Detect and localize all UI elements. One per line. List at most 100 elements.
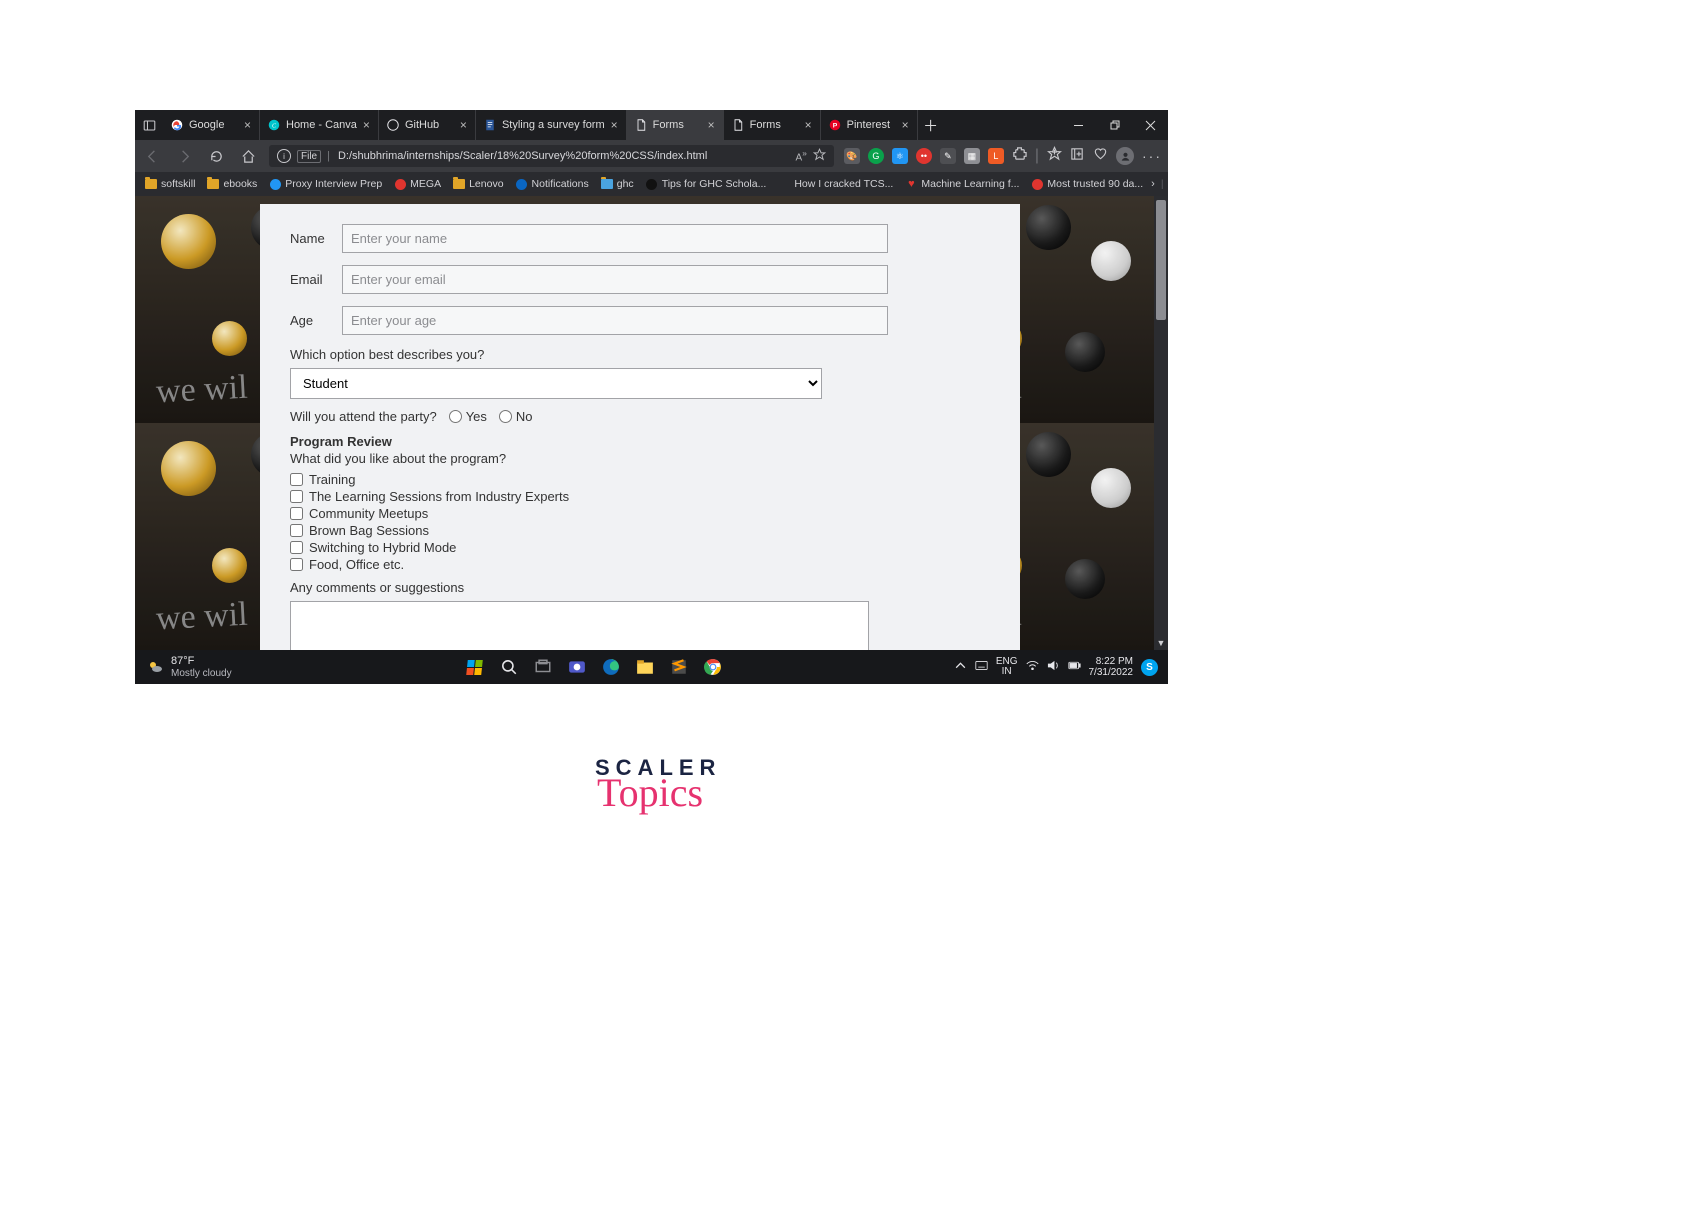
tab-home-canva[interactable]: CHome - Canva× [260,110,379,140]
back-button[interactable] [141,145,163,167]
check-0[interactable] [290,473,303,486]
check-option[interactable]: Training [290,472,990,487]
more-menu-button[interactable]: ··· [1142,148,1162,164]
search-button[interactable] [496,654,522,680]
minimize-button[interactable] [1060,120,1096,131]
refresh-button[interactable] [205,145,227,167]
bookmark-machine-learning-f-[interactable]: ♥Machine Learning f... [901,178,1023,190]
tab-close-icon[interactable]: × [244,118,251,132]
extension-grammarly-icon[interactable]: G [868,148,884,164]
check-option[interactable]: Brown Bag Sessions [290,523,990,538]
url-input[interactable] [336,149,790,163]
check-1[interactable] [290,490,303,503]
tab-google[interactable]: Google× [163,110,260,140]
check-option[interactable]: The Learning Sessions from Industry Expe… [290,489,990,504]
extensions-menu-icon[interactable] [1012,146,1027,166]
tab-label: Forms [653,119,684,131]
tab-label: Home - Canva [286,119,357,131]
bookmark-proxy-interview-prep[interactable]: Proxy Interview Prep [265,178,386,190]
address-bar[interactable]: i File | A» [269,145,834,167]
tab-close-icon[interactable]: × [460,118,467,132]
tab-close-icon[interactable]: × [902,118,909,132]
bookmark-tips-for-ghc-schola-[interactable]: Tips for GHC Schola... [642,178,771,190]
attend-no-radio[interactable] [499,410,512,423]
extension-orange-icon[interactable]: L [988,148,1004,164]
wifi-tray-icon[interactable] [1026,659,1039,675]
bookmark-label: Most trusted 90 da... [1047,178,1143,190]
check-2[interactable] [290,507,303,520]
close-window-button[interactable] [1132,120,1168,131]
extension-paint-icon[interactable]: 🎨 [844,148,860,164]
check-label: The Learning Sessions from Industry Expe… [309,489,569,504]
bookmark-ghc[interactable]: ghc [597,178,638,190]
comments-textarea[interactable] [290,601,869,650]
tab-forms[interactable]: Forms × [627,110,724,140]
heart-icon[interactable] [1093,146,1108,166]
extension-grey-icon[interactable]: ▦ [964,148,980,164]
restore-button[interactable] [1096,120,1132,131]
site-info-icon[interactable]: i [277,149,291,163]
age-input[interactable] [342,306,888,335]
check-option[interactable]: Food, Office etc. [290,557,990,572]
tab-close-icon[interactable]: × [611,118,618,132]
favorite-star-icon[interactable] [813,148,826,164]
new-tab-button[interactable]: ＋ [918,110,944,140]
bookmark-softskill[interactable]: softskill [141,178,199,190]
battery-tray-icon[interactable] [1068,659,1081,675]
extension-react-icon[interactable]: ⚛ [892,148,908,164]
tab-close-icon[interactable]: × [805,118,812,132]
scroll-down-arrow-icon[interactable]: ▼ [1154,636,1168,650]
tray-overflow-icon[interactable] [954,659,967,675]
start-button[interactable] [462,654,488,680]
sublime-taskbar-icon[interactable] [666,654,692,680]
read-aloud-icon[interactable]: A» [796,148,807,163]
check-option[interactable]: Switching to Hybrid Mode [290,540,990,555]
favorites-icon[interactable] [1047,146,1062,166]
bookmark-ebooks[interactable]: ebooks [203,178,261,190]
teams-taskbar-icon[interactable] [564,654,590,680]
file-scheme-pill: File [297,150,321,163]
profile-avatar[interactable] [1116,147,1134,165]
check-5[interactable] [290,558,303,571]
chrome-taskbar-icon[interactable] [700,654,726,680]
check-option[interactable]: Community Meetups [290,506,990,521]
scrollbar-thumb[interactable] [1156,200,1166,320]
home-button[interactable] [237,145,259,167]
tab-forms[interactable]: Forms× [724,110,821,140]
tab-close-icon[interactable]: × [363,118,370,132]
keyboard-tray-icon[interactable] [975,659,988,675]
bookmark-notifications[interactable]: Notifications [512,178,593,190]
bookmark-most-trusted-90-da-[interactable]: Most trusted 90 da... [1027,178,1147,190]
describe-select[interactable]: Student [290,368,822,399]
tab-pinterest[interactable]: PPinterest× [821,110,918,140]
collections-icon[interactable] [1070,146,1085,166]
bookmarks-overflow-chevron-icon[interactable]: › [1151,178,1155,190]
clock[interactable]: 8:22 PM 7/31/2022 [1089,656,1134,678]
name-input[interactable] [342,224,888,253]
check-4[interactable] [290,541,303,554]
weather-widget[interactable]: 87°F Mostly cloudy [135,655,244,678]
panel-toggle-icon[interactable] [135,110,163,140]
vertical-scrollbar[interactable]: ▲ ▼ [1154,196,1168,650]
task-view-button[interactable] [530,654,556,680]
attend-yes-radio[interactable] [449,410,462,423]
edge-taskbar-icon[interactable] [598,654,624,680]
extension-pen-icon[interactable]: ✎ [940,148,956,164]
check-3[interactable] [290,524,303,537]
volume-tray-icon[interactable] [1047,659,1060,675]
language-indicator[interactable]: ENG IN [996,657,1018,677]
bookmark-mega[interactable]: MEGA [390,178,445,190]
tray-skype-icon[interactable]: S [1141,659,1158,676]
bookmark-label: Machine Learning f... [921,178,1019,190]
bookmark-lenovo[interactable]: Lenovo [449,178,507,190]
forward-button[interactable] [173,145,195,167]
bookmark-how-i-cracked-tcs-[interactable]: How I cracked TCS... [774,178,897,190]
extension-red-icon[interactable]: •• [916,148,932,164]
bg-script-text: we wil [155,596,248,639]
tab-github[interactable]: GitHub× [379,110,476,140]
email-input[interactable] [342,265,888,294]
check-label: Switching to Hybrid Mode [309,540,456,555]
explorer-taskbar-icon[interactable] [632,654,658,680]
tab-close-icon[interactable]: × [708,118,715,132]
tab-styling-a-survey-form[interactable]: Styling a survey form× [476,110,627,140]
